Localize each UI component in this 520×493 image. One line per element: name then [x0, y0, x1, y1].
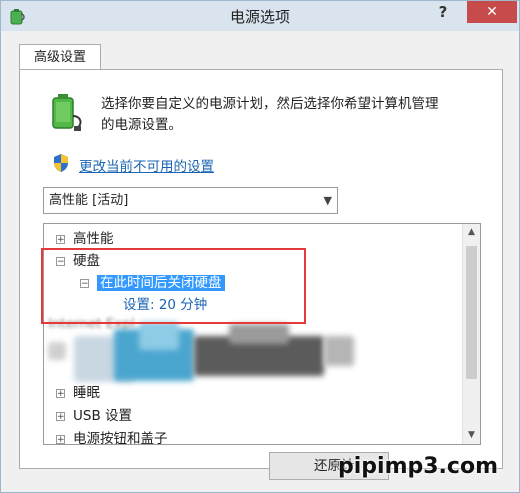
- tree-item-hard-disk[interactable]: − 硬盘: [56, 249, 100, 269]
- blurred-region: [48, 342, 66, 360]
- chevron-down-icon: ▼: [323, 194, 332, 207]
- collapse-icon[interactable]: −: [56, 257, 65, 267]
- tree-item-usb-settings[interactable]: + USB 设置: [56, 404, 132, 424]
- expand-icon[interactable]: +: [56, 412, 65, 422]
- settings-tree[interactable]: + 高性能 − 硬盘 − 在此时间后关闭硬盘 设置: 20 分钟 Internet E…: [43, 223, 481, 445]
- battery-plug-icon: [52, 94, 82, 131]
- blurred-region: [139, 322, 179, 350]
- expand-icon[interactable]: +: [56, 389, 65, 399]
- close-button[interactable]: ✕: [467, 1, 517, 23]
- tree-item-turn-off-disk-after[interactable]: − 在此时间后关闭硬盘: [80, 271, 225, 291]
- expand-icon[interactable]: +: [56, 235, 65, 245]
- description-text: 选择你要自定义的电源计划，然后选择你希望计算机管理 的电源设置。: [101, 94, 491, 136]
- blurred-region: [229, 324, 289, 344]
- tab-advanced-settings[interactable]: 高级设置: [19, 44, 101, 70]
- site-watermark: pipimp3.com: [338, 454, 498, 479]
- scroll-down-icon[interactable]: ▼: [463, 427, 480, 444]
- blurred-region: [324, 336, 354, 366]
- tree-item-high-performance[interactable]: + 高性能: [56, 227, 114, 247]
- tree-item-sleep[interactable]: + 睡眠: [56, 381, 100, 401]
- scroll-up-icon[interactable]: ▲: [463, 224, 480, 241]
- power-plan-select-value: 高性能 [活动]: [49, 193, 129, 208]
- uac-shield-icon: [54, 154, 68, 172]
- tree-item-power-buttons-lid[interactable]: + 电源按钮和盖子: [56, 427, 168, 444]
- description-line-1: 选择你要自定义的电源计划，然后选择你希望计算机管理: [101, 96, 439, 112]
- power-options-window: 电源选项 ? ✕ 高级设置 选择你要自定义的电源计划，然后选择你希望计算机管理 …: [0, 0, 520, 493]
- change-unavailable-settings-link[interactable]: 更改当前不可用的设置: [79, 155, 214, 175]
- title-bar: 电源选项 ? ✕: [1, 1, 519, 31]
- scrollbar-thumb[interactable]: [466, 246, 477, 379]
- power-plan-select[interactable]: 高性能 [活动] ▼: [43, 187, 338, 214]
- vertical-scrollbar[interactable]: ▲ ▼: [462, 224, 480, 444]
- collapse-icon[interactable]: −: [80, 279, 89, 289]
- tree-item-setting-value[interactable]: 设置: 20 分钟: [123, 293, 207, 313]
- expand-icon[interactable]: +: [56, 435, 65, 444]
- description-line-2: 的电源设置。: [101, 117, 182, 133]
- help-button[interactable]: ?: [433, 3, 453, 23]
